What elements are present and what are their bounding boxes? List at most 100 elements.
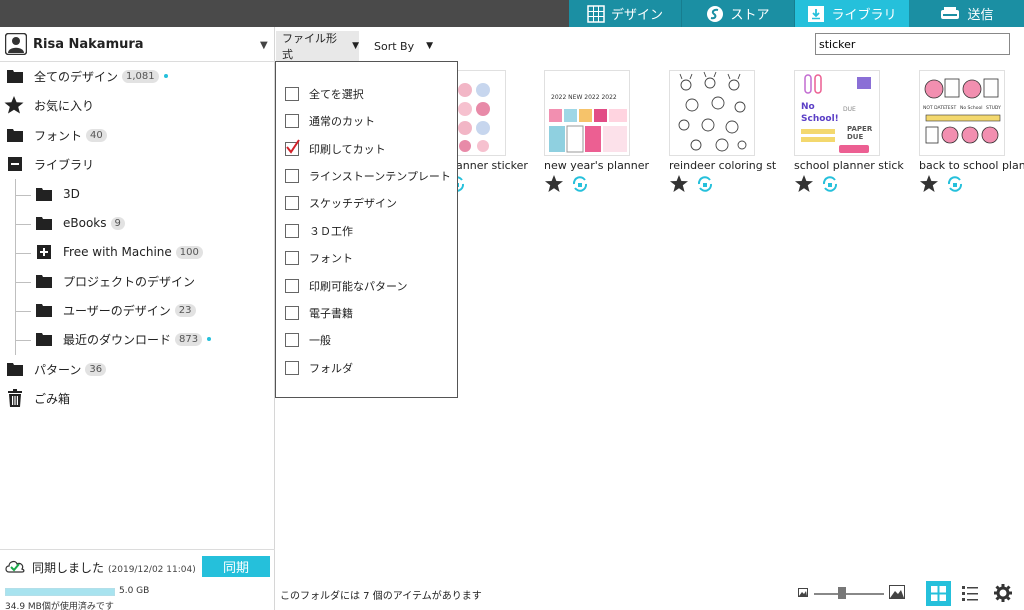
checkbox[interactable] <box>285 139 300 156</box>
sort-by-button[interactable]: Sort By ▼ <box>374 31 433 61</box>
design-title: reindeer coloring st <box>669 159 777 172</box>
thumb-text: DUE <box>843 106 856 113</box>
tab-library-label: ライブラリ <box>831 8 897 23</box>
star-icon[interactable] <box>669 174 689 194</box>
sidebar-item-label: eBooks <box>63 216 107 230</box>
count-badge: 23 <box>174 303 196 317</box>
filter-option-normal-cut[interactable]: 通常のカット <box>285 111 375 131</box>
star-icon[interactable] <box>794 174 814 194</box>
star-icon <box>4 96 24 114</box>
sidebar-item-project-designs[interactable]: プロジェクトのデザイン <box>35 270 195 292</box>
design-card[interactable]: NOT DATE TEST No School STUDY back to sc… <box>919 70 1024 192</box>
item-count-status: このフォルダには 7 個のアイテムがあります <box>280 591 482 602</box>
filter-option-sketch[interactable]: スケッチデザイン <box>285 193 397 213</box>
star-icon[interactable] <box>544 174 564 194</box>
tree-connector <box>15 224 31 225</box>
tab-design-label: デザイン <box>610 8 663 23</box>
sync-circle-icon[interactable] <box>570 174 590 194</box>
checkbox[interactable] <box>285 361 299 375</box>
store-logo-icon <box>707 5 724 22</box>
sidebar-item-free-with-machine[interactable]: Free with Machine 100 <box>35 241 203 263</box>
user-selector[interactable]: Risa Nakamura ▼ <box>0 27 275 62</box>
design-card[interactable]: 2022 NEW 2022 2022 new year's planner <box>544 70 659 192</box>
trash-icon <box>6 389 24 407</box>
folder-icon <box>35 331 53 347</box>
filter-option-label: フォント <box>309 252 353 265</box>
sidebar-item-user-designs[interactable]: ユーザーのデザイン 23 <box>35 299 196 321</box>
sync-status: 同期しました (2019/12/02 11:04) <box>32 561 196 575</box>
list-view-icon[interactable] <box>960 583 980 603</box>
tab-store[interactable]: ストア <box>682 0 795 27</box>
sidebar-item-fonts[interactable]: フォント 40 <box>6 124 107 146</box>
sync-circle-icon[interactable] <box>695 174 715 194</box>
sync-circle-icon[interactable] <box>820 174 840 194</box>
image-large-icon <box>889 585 905 599</box>
file-type-filter-button[interactable]: ファイル形式 ▼ <box>276 31 359 61</box>
cutting-machine-icon <box>941 6 960 19</box>
design-card[interactable]: reindeer coloring st <box>669 70 784 192</box>
checkbox[interactable] <box>285 196 299 210</box>
sidebar-item-label: 3D <box>63 187 80 201</box>
checkbox[interactable] <box>285 279 299 293</box>
sort-label: Sort By <box>374 39 415 53</box>
filter-option-print-and-cut[interactable]: 印刷してカット <box>285 139 386 159</box>
tab-send[interactable]: 送信 <box>909 0 1024 27</box>
tree-connector <box>15 195 31 196</box>
sidebar-item-favorites[interactable]: お気に入り <box>4 94 94 116</box>
tab-library[interactable]: ライブラリ <box>795 0 909 27</box>
sync-circle-icon[interactable] <box>945 174 965 194</box>
zoom-slider-handle[interactable] <box>838 587 846 599</box>
chevron-down-icon[interactable]: ▼ <box>260 40 268 51</box>
design-thumbnail: No School! DUE PAPER DUE <box>794 70 880 156</box>
filter-option-ebook[interactable]: 電子書籍 <box>285 303 353 323</box>
thumb-text: School! <box>801 114 839 124</box>
collapse-minus-icon[interactable] <box>6 156 24 172</box>
filter-option-font[interactable]: フォント <box>285 248 353 268</box>
star-icon[interactable] <box>919 174 939 194</box>
sidebar-item-ebooks[interactable]: eBooks 9 <box>35 212 125 234</box>
checkbox[interactable] <box>285 87 299 101</box>
sidebar-item-all-designs[interactable]: 全てのデザイン 1,081 <box>6 65 168 87</box>
filter-option-rhinestone[interactable]: ラインストーンテンプレート <box>285 166 451 186</box>
checkbox[interactable] <box>285 224 299 238</box>
sidebar-item-label: プロジェクトのデザイン <box>63 274 196 289</box>
design-card[interactable]: No School! DUE PAPER DUE school planner … <box>794 70 909 192</box>
filter-option-folder[interactable]: フォルダ <box>285 358 353 378</box>
filter-option-printable-pattern[interactable]: 印刷可能なパターン <box>285 276 407 296</box>
folder-icon <box>35 186 53 202</box>
sidebar-item-3d[interactable]: 3D <box>35 183 80 205</box>
thumb-text: PAPER <box>847 125 873 133</box>
thumb-text: TEST <box>944 105 956 111</box>
checkbox[interactable] <box>285 251 299 265</box>
checkbox[interactable] <box>285 306 299 320</box>
gear-icon[interactable] <box>994 584 1012 602</box>
checkbox[interactable] <box>285 114 299 128</box>
user-name: Risa Nakamura <box>33 37 144 52</box>
design-thumbnail <box>669 70 755 156</box>
tab-design[interactable]: デザイン <box>569 0 682 27</box>
storage-capacity: 5.0 GB <box>119 586 150 596</box>
checkbox[interactable] <box>285 169 299 183</box>
filter-option-label: 一般 <box>309 334 331 347</box>
expand-plus-icon[interactable] <box>35 244 53 260</box>
search-input[interactable] <box>815 33 1010 55</box>
zoom-slider[interactable] <box>814 593 884 595</box>
checkbox[interactable] <box>285 333 299 347</box>
image-small-icon <box>798 588 808 597</box>
sidebar-item-library[interactable]: ライブラリ <box>6 153 94 175</box>
file-type-filter-menu: 全てを選択 通常のカット 印刷してカット ラインストーンテンプレート スケッチデ… <box>275 61 458 398</box>
download-box-icon <box>808 5 825 22</box>
grid-view-button[interactable] <box>926 581 951 606</box>
sync-button[interactable]: 同期 <box>202 556 270 577</box>
sidebar-item-label: ライブラリ <box>34 157 95 172</box>
filter-option-select-all[interactable]: 全てを選択 <box>285 84 364 104</box>
sidebar-item-trash[interactable]: ごみ箱 <box>6 387 70 409</box>
tree-connector <box>15 253 31 254</box>
grid-view-icon <box>931 586 946 601</box>
sidebar-item-recent-downloads[interactable]: 最近のダウンロード 873 <box>35 328 212 350</box>
filter-option-3d[interactable]: ３Ｄ工作 <box>285 221 353 241</box>
thumb-text: NOT DATE <box>923 105 946 111</box>
sidebar-item-patterns[interactable]: パターン 36 <box>6 358 107 380</box>
design-thumbnail: 2022 NEW 2022 2022 <box>544 70 630 156</box>
filter-option-general[interactable]: 一般 <box>285 330 331 350</box>
